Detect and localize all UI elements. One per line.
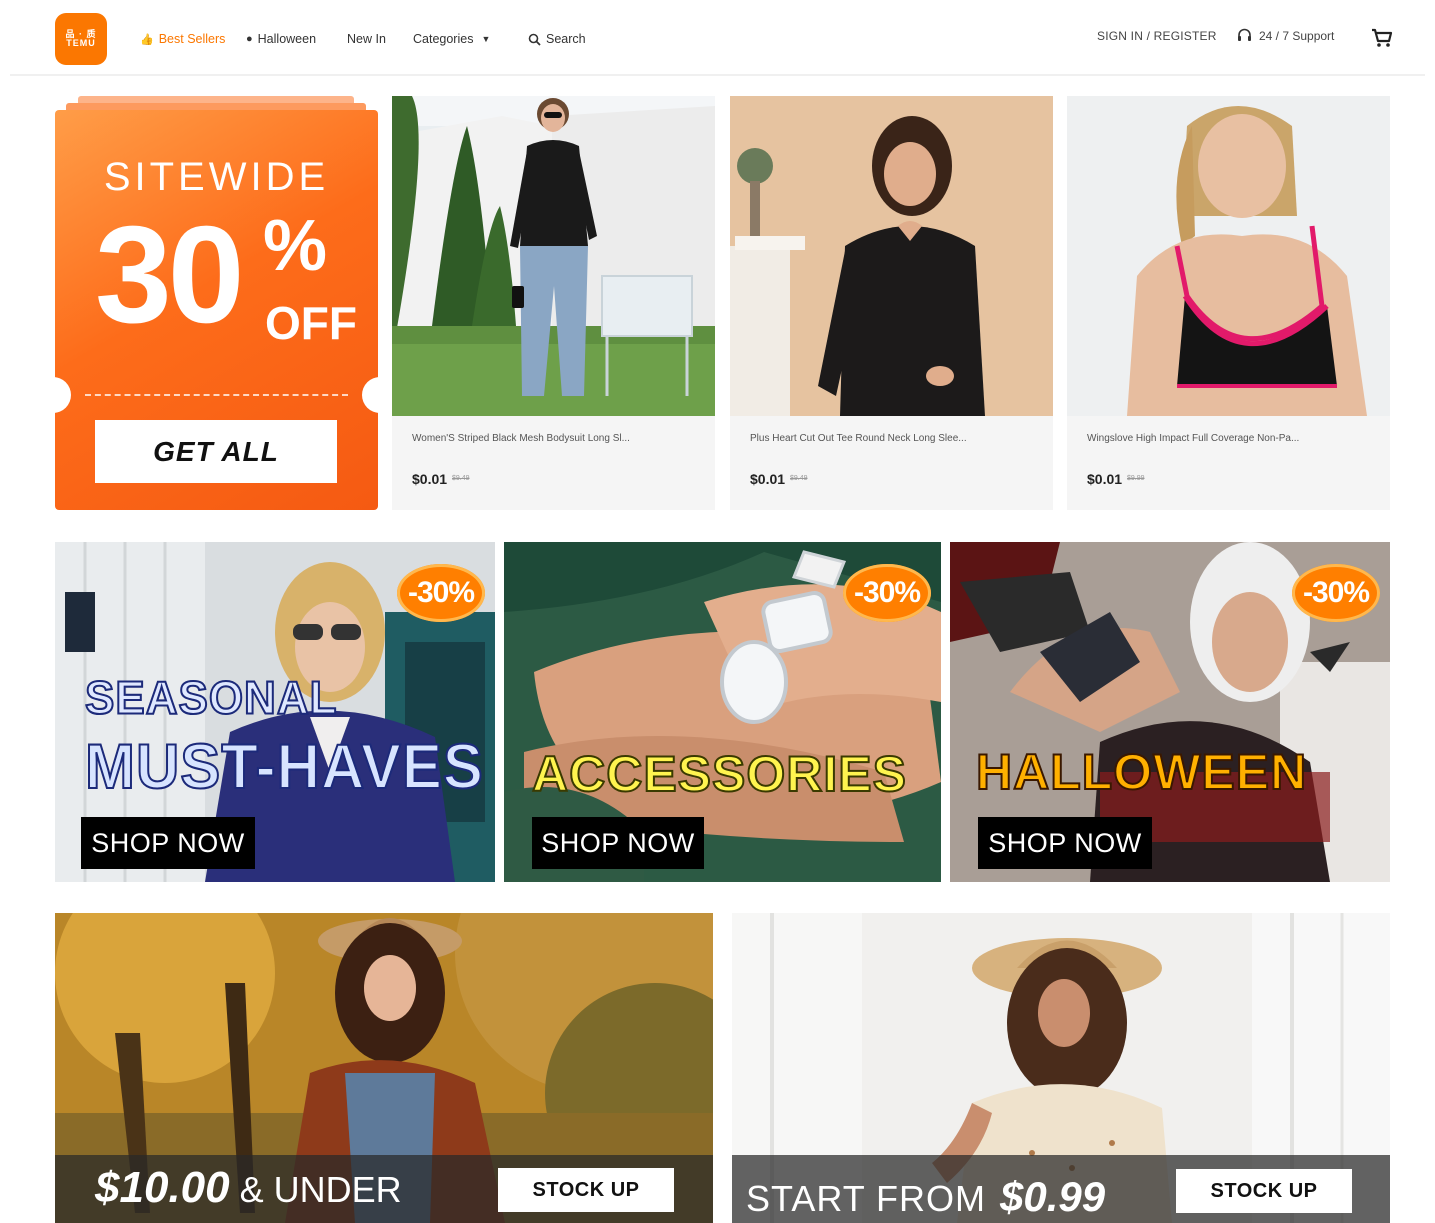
product-price: $0.01 [412, 471, 448, 487]
banner-title: ACCESSORIES [531, 746, 907, 802]
product-title: Wingslove High Impact Full Coverage Non-… [1087, 433, 1300, 444]
sign-in-register-link[interactable]: SIGN IN / REGISTER [1097, 29, 1217, 43]
category-banner-halloween[interactable]: -30% HALLOWEEN SHOP NOW [950, 542, 1390, 882]
cart-icon[interactable] [1370, 26, 1394, 50]
support-label: 24 / 7 Support [1259, 28, 1335, 43]
coupon-notch-right [362, 377, 378, 413]
support-link[interactable]: 24 / 7 Support [1236, 27, 1334, 44]
nav-search-label: Search [546, 32, 586, 46]
header-divider [10, 74, 1425, 76]
promo-amount: $10.00 [95, 1163, 230, 1212]
product-card[interactable]: Women'S Striped Black Mesh Bodysuit Long… [392, 96, 715, 510]
product-price: $0.01 [1087, 471, 1123, 487]
promo-caption: $10.00 & UNDER [95, 1163, 402, 1213]
nav-best-sellers[interactable]: 👍 Best Sellers [140, 29, 225, 49]
banner-title: HALLOWEEN [975, 744, 1308, 800]
discount-badge: -30% [843, 564, 931, 622]
nav-search[interactable]: Search [528, 29, 586, 49]
site-header: 品 · 质 TEMU 👍 Best Sellers ● Halloween Ne… [0, 0, 1435, 76]
product-original-price: $9.49 [790, 475, 808, 482]
product-original-price: $9.99 [1127, 475, 1145, 482]
nav-categories[interactable]: Categories ▼ [413, 29, 490, 49]
product-price: $0.01 [750, 471, 786, 487]
shop-now-button[interactable]: SHOP NOW [532, 817, 704, 869]
promo-amount: $0.99 [1000, 1173, 1106, 1220]
product-title: Women'S Striped Black Mesh Bodysuit Long… [412, 433, 630, 444]
nav-best-sellers-label: Best Sellers [158, 32, 226, 46]
get-all-button[interactable]: GET ALL [95, 420, 337, 483]
coupon-headline: SITEWIDE [103, 155, 330, 199]
coupon-dashed-divider [85, 394, 348, 396]
promo-prefix: START FROM [746, 1178, 987, 1219]
banner-title-line-1: SEASONAL [84, 672, 338, 725]
product-original-price: $9.49 [452, 475, 470, 482]
category-banner-accessories[interactable]: -30% ACCESSORIES SHOP NOW [504, 542, 941, 882]
nav-halloween[interactable]: ● Halloween [246, 29, 316, 49]
promo-banner-under-10[interactable]: $10.00 & UNDER STOCK UP [55, 913, 713, 1223]
headset-icon [1238, 28, 1251, 41]
stock-up-button[interactable]: STOCK UP [498, 1168, 674, 1212]
coupon-percent: % [263, 206, 328, 286]
shop-now-button[interactable]: SHOP NOW [978, 817, 1152, 869]
shop-now-button[interactable]: SHOP NOW [81, 817, 255, 869]
discount-badge: -30% [1292, 564, 1380, 622]
nav-new-in[interactable]: New In [347, 29, 386, 49]
coupon-amount: 30 [95, 198, 244, 352]
temu-logo[interactable]: 品 · 质 TEMU [55, 13, 107, 65]
product-image [730, 96, 1053, 416]
product-card[interactable]: Wingslove High Impact Full Coverage Non-… [1067, 96, 1390, 510]
promo-banner-from-099[interactable]: START FROM $0.99 STOCK UP [732, 913, 1390, 1223]
logo-line-2: TEMU [66, 38, 96, 48]
product-title: Plus Heart Cut Out Tee Round Neck Long S… [750, 433, 967, 444]
thumbs-up-icon: 👍 [140, 33, 154, 46]
promo-suffix: & UNDER [239, 1169, 402, 1210]
nav-halloween-label: Halloween [257, 32, 317, 46]
promo-caption: START FROM $0.99 [746, 1173, 1105, 1221]
banner-title-line-2: MUST-HAVES [84, 731, 484, 802]
product-image [392, 96, 715, 416]
nav-new-in-label: New In [347, 32, 386, 46]
coupon-off: OFF [265, 297, 357, 349]
pumpkin-icon: ● [246, 33, 253, 45]
category-banner-seasonal[interactable]: -30% SEASONAL MUST-HAVES SHOP NOW [55, 542, 495, 882]
chevron-down-icon: ▼ [481, 34, 491, 44]
sitewide-coupon: SITEWIDE 30 % OFF GET ALL [55, 110, 378, 510]
product-image [1067, 96, 1390, 416]
coupon-notch-left [55, 377, 71, 413]
discount-badge: -30% [397, 564, 485, 622]
nav-categories-label: Categories [413, 32, 474, 46]
stock-up-button[interactable]: STOCK UP [1176, 1169, 1352, 1213]
search-icon [528, 33, 541, 46]
product-card[interactable]: Plus Heart Cut Out Tee Round Neck Long S… [730, 96, 1053, 510]
